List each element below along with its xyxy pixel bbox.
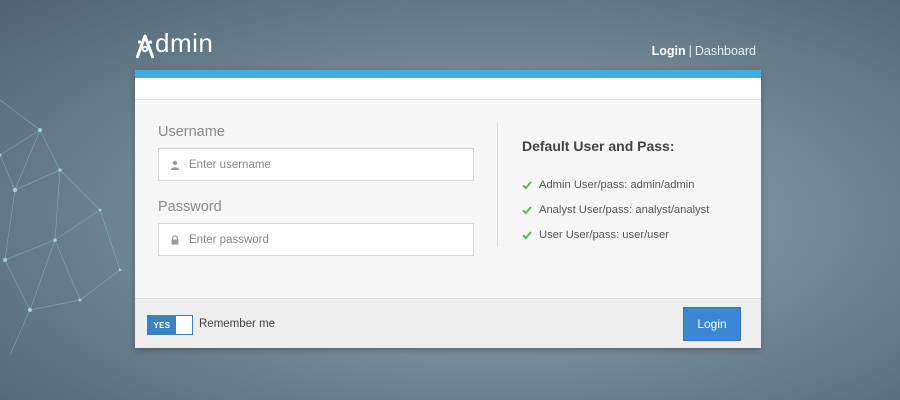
login-panel: Username Password Default User and Pass:	[135, 70, 761, 348]
username-input[interactable]	[189, 158, 473, 171]
panel-footer: YES Remember me Login	[135, 298, 761, 348]
user-icon	[169, 159, 181, 171]
default-credentials-list: Admin User/pass: admin/admin Analyst Use…	[522, 172, 709, 247]
check-icon	[522, 180, 532, 189]
username-field[interactable]	[158, 148, 474, 181]
list-item: Admin User/pass: admin/admin	[522, 172, 709, 197]
app-logo[interactable]: dmin	[136, 27, 213, 59]
password-input[interactable]	[189, 233, 473, 246]
logo-text: dmin	[155, 28, 214, 58]
top-nav: Login | Dashboard	[652, 44, 756, 58]
login-button[interactable]: Login	[683, 307, 741, 341]
check-icon	[522, 205, 532, 214]
credential-text: User User/pass: user/user	[539, 228, 669, 241]
logo-a-gear-icon	[136, 34, 154, 59]
remember-me-label[interactable]: Remember me	[199, 318, 275, 330]
default-credentials-title: Default User and Pass:	[522, 138, 675, 154]
toggle-yes-label: YES	[148, 316, 176, 334]
password-label: Password	[158, 199, 222, 215]
nav-separator: |	[688, 44, 692, 58]
list-item: Analyst User/pass: analyst/analyst	[522, 197, 709, 222]
password-field[interactable]	[158, 223, 474, 256]
credential-text: Analyst User/pass: analyst/analyst	[539, 203, 710, 216]
toggle-knob[interactable]	[176, 316, 192, 334]
panel-accent-bar	[135, 70, 761, 78]
username-label: Username	[158, 124, 225, 140]
nav-dashboard-link[interactable]: Dashboard	[695, 44, 756, 58]
lock-icon	[169, 234, 181, 246]
remember-me-toggle[interactable]: YES	[147, 315, 193, 335]
check-icon	[522, 230, 532, 239]
panel-header	[135, 78, 761, 100]
nav-login-link[interactable]: Login	[652, 44, 686, 58]
credential-text: Admin User/pass: admin/admin	[539, 178, 695, 191]
vertical-divider	[497, 123, 498, 247]
list-item: User User/pass: user/user	[522, 222, 709, 247]
background-network-graphic	[0, 99, 122, 356]
panel-body: Username Password Default User and Pass:	[135, 100, 761, 298]
